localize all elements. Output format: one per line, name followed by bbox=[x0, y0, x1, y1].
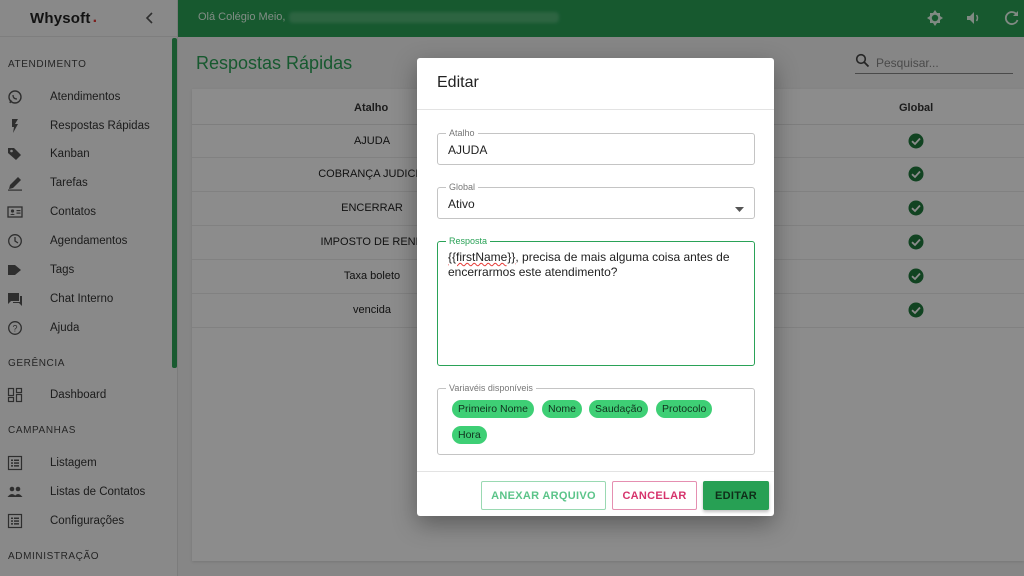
variables-panel: Variavéis disponíveis Primeiro Nome Nome… bbox=[437, 383, 755, 455]
global-value: Ativo bbox=[448, 197, 475, 211]
global-select[interactable]: Global Ativo bbox=[437, 182, 755, 219]
divider bbox=[417, 109, 774, 110]
resposta-text: {{firstName}}, precisa de mais alguma co… bbox=[448, 250, 748, 280]
divider bbox=[417, 471, 774, 472]
field-label: Global bbox=[446, 182, 479, 193]
variable-chip[interactable]: Protocolo bbox=[656, 400, 713, 418]
field-label: Variavéis disponíveis bbox=[446, 383, 536, 394]
edit-button[interactable]: EDITAR bbox=[703, 481, 769, 510]
variable-chip[interactable]: Saudação bbox=[589, 400, 649, 418]
variable-chip[interactable]: Hora bbox=[452, 426, 487, 444]
field-label: Atalho bbox=[446, 128, 478, 139]
atalho-field[interactable]: Atalho AJUDA bbox=[437, 128, 755, 165]
atalho-value: AJUDA bbox=[448, 143, 488, 157]
variable-chip[interactable]: Primeiro Nome bbox=[452, 400, 535, 418]
field-label: Resposta bbox=[446, 236, 491, 247]
variable-chip[interactable]: Nome bbox=[542, 400, 583, 418]
caret-down-icon bbox=[735, 200, 744, 218]
variable-token: {{firstName}} bbox=[448, 250, 516, 264]
attach-file-button[interactable]: ANEXAR ARQUIVO bbox=[481, 481, 606, 510]
cancel-button[interactable]: CANCELAR bbox=[612, 481, 697, 510]
dialog-title: Editar bbox=[437, 74, 479, 91]
resposta-textarea[interactable]: Resposta {{firstName}}, precisa de mais … bbox=[437, 236, 755, 366]
edit-dialog: Editar Atalho AJUDA Global Ativo Respost… bbox=[417, 58, 774, 516]
